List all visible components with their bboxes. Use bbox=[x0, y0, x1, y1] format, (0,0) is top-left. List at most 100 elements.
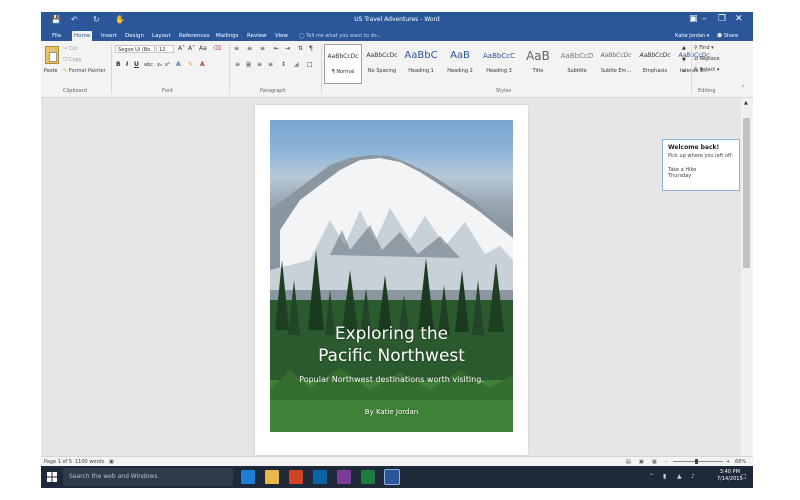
bullets-icon[interactable]: ≡ bbox=[234, 45, 239, 52]
highlight-icon[interactable]: ✎ bbox=[188, 61, 193, 68]
underline-icon[interactable]: U bbox=[134, 61, 139, 68]
cover-title-line-1[interactable]: Exploring the bbox=[270, 324, 513, 344]
decrease-indent-icon[interactable]: ⇤ bbox=[274, 45, 279, 52]
zoom-slider-thumb[interactable] bbox=[695, 459, 698, 464]
read-mode-icon[interactable]: ▤ bbox=[626, 459, 631, 465]
style-heading-1[interactable]: AaBbC Heading 1 bbox=[402, 44, 440, 84]
font-name-box[interactable]: Segoe UI (Bo bbox=[115, 45, 155, 53]
cover-title-line-2[interactable]: Pacific Northwest bbox=[270, 346, 513, 366]
cover-subtitle[interactable]: Popular Northwest destinations worth vis… bbox=[270, 375, 513, 384]
paste-icon[interactable] bbox=[45, 46, 59, 64]
tab-review[interactable]: Review bbox=[245, 31, 269, 41]
find-button[interactable]: ⚲ Find ▾ bbox=[694, 45, 714, 51]
powerpoint-icon[interactable] bbox=[289, 470, 303, 484]
superscript-icon[interactable]: x² bbox=[165, 62, 170, 68]
subscript-icon[interactable]: x₂ bbox=[157, 62, 162, 68]
align-center-icon[interactable]: ≡ bbox=[246, 61, 252, 68]
tray-battery-icon[interactable]: ▮ bbox=[663, 473, 666, 480]
replace-button[interactable]: ⇄ Replace bbox=[694, 56, 720, 62]
italic-icon[interactable]: I bbox=[126, 61, 128, 68]
tell-me-box[interactable]: ◯ Tell me what you want to do... bbox=[299, 31, 381, 41]
align-left-icon[interactable]: ≡ bbox=[235, 61, 240, 68]
page-count[interactable]: Page 1 of 5 bbox=[44, 459, 72, 465]
increase-indent-icon[interactable]: ⇥ bbox=[285, 45, 290, 52]
style-no-spacing[interactable]: AaBbCcDc No Spacing bbox=[363, 44, 401, 84]
tab-mailings[interactable]: Mailings bbox=[214, 31, 241, 41]
task-view-icon[interactable] bbox=[241, 470, 255, 484]
welcome-back-popup[interactable]: Welcome back! Pick up where you left off… bbox=[662, 139, 740, 191]
cut-button[interactable]: ✂ Cut bbox=[63, 46, 77, 52]
tab-design[interactable]: Design bbox=[123, 31, 146, 41]
paste-button[interactable]: Paste bbox=[44, 68, 58, 74]
zoom-out-icon[interactable]: – bbox=[665, 459, 668, 465]
grow-font-icon[interactable]: A˄ bbox=[178, 45, 185, 52]
shading-icon[interactable]: ◢ bbox=[294, 61, 299, 68]
print-layout-icon[interactable]: ▣ bbox=[639, 459, 644, 465]
proofing-icon[interactable]: ▣ bbox=[109, 459, 114, 465]
justify-icon[interactable]: ≡ bbox=[268, 61, 273, 68]
numbering-icon[interactable]: ≡ bbox=[247, 45, 252, 52]
line-spacing-icon[interactable]: ↕ bbox=[281, 61, 286, 68]
minimize-icon[interactable]: – bbox=[702, 14, 707, 24]
collapse-ribbon-icon[interactable]: ⌃ bbox=[741, 85, 745, 91]
style-emphasis[interactable]: AaBbCcDc Emphasis bbox=[636, 44, 674, 84]
text-effects-icon[interactable]: A bbox=[176, 61, 181, 68]
multilevel-list-icon[interactable]: ≡ bbox=[260, 45, 265, 52]
onenote-icon[interactable] bbox=[337, 470, 351, 484]
style-heading-3[interactable]: AaBbCcC Heading 3 bbox=[480, 44, 518, 84]
ribbon-display-icon[interactable]: ▣ bbox=[689, 14, 698, 24]
resume-link[interactable]: Take a Hike Thursday bbox=[668, 167, 734, 179]
excel-icon[interactable] bbox=[361, 470, 375, 484]
clear-formatting-icon[interactable]: ⌫ bbox=[213, 45, 221, 52]
document-canvas[interactable]: Exploring the Pacific Northwest Popular … bbox=[41, 98, 741, 456]
borders-icon[interactable]: □ bbox=[307, 61, 313, 68]
style-subtitle[interactable]: AaBbCcD Subtitle bbox=[558, 44, 596, 84]
tab-insert[interactable]: Insert bbox=[99, 31, 119, 41]
document-page[interactable]: Exploring the Pacific Northwest Popular … bbox=[255, 105, 528, 455]
zoom-level[interactable]: 68% bbox=[735, 459, 746, 465]
style-title[interactable]: AaB Title bbox=[519, 44, 557, 84]
tab-view[interactable]: View bbox=[273, 31, 290, 41]
tab-references[interactable]: References bbox=[177, 31, 212, 41]
cover-byline[interactable]: By Katie Jordan bbox=[270, 408, 513, 416]
scrollbar-thumb[interactable] bbox=[743, 118, 750, 268]
taskbar-search[interactable]: Search the web and Windows bbox=[63, 468, 233, 486]
outlook-icon[interactable] bbox=[313, 470, 327, 484]
style-normal[interactable]: AaBbCcDc ¶ Normal bbox=[324, 44, 362, 84]
vertical-scrollbar[interactable]: ▲ bbox=[741, 98, 753, 456]
word-count[interactable]: 1100 words bbox=[75, 459, 104, 465]
tray-up-arrow-icon[interactable]: ⌃ bbox=[649, 473, 654, 480]
zoom-slider[interactable] bbox=[673, 461, 723, 462]
windows-start-icon[interactable] bbox=[47, 472, 57, 482]
font-color-icon[interactable]: A bbox=[200, 61, 205, 68]
tab-file[interactable]: File bbox=[50, 31, 63, 41]
web-layout-icon[interactable]: ▦ bbox=[652, 459, 657, 465]
font-size-box[interactable]: 12 bbox=[156, 45, 174, 53]
copy-button[interactable]: ❐ Copy bbox=[63, 57, 82, 63]
format-painter-button[interactable]: ✎ Format Painter bbox=[63, 68, 106, 74]
style-heading-2[interactable]: AaB Heading 2 bbox=[441, 44, 479, 84]
tray-network-icon[interactable]: ▲ bbox=[677, 473, 682, 480]
change-case-icon[interactable]: Aa bbox=[199, 45, 207, 52]
action-center-icon[interactable]: □ bbox=[741, 473, 747, 480]
bold-icon[interactable]: B bbox=[116, 61, 121, 68]
tab-layout[interactable]: Layout bbox=[150, 31, 173, 41]
show-marks-icon[interactable]: ¶ bbox=[309, 45, 313, 52]
styles-scroll-down-icon[interactable]: ▼ bbox=[682, 57, 686, 63]
scroll-up-icon[interactable]: ▲ bbox=[744, 100, 748, 106]
user-account[interactable]: Katie Jordan ▾ bbox=[675, 31, 709, 41]
file-explorer-icon[interactable] bbox=[265, 470, 279, 484]
taskbar-clock[interactable]: 3:40 PM 7/14/2015 bbox=[717, 469, 743, 483]
select-button[interactable]: ⇱ Select ▾ bbox=[694, 67, 719, 73]
sort-icon[interactable]: ⇅ bbox=[298, 45, 303, 52]
style-subtle-emphasis[interactable]: AaBbCcDc Subtle Em... bbox=[597, 44, 635, 84]
shrink-font-icon[interactable]: A˅ bbox=[188, 45, 195, 52]
close-icon[interactable]: ✕ bbox=[735, 14, 743, 24]
zoom-in-icon[interactable]: + bbox=[726, 459, 730, 465]
tab-home[interactable]: Home bbox=[72, 31, 93, 41]
styles-more-icon[interactable]: ⏷ bbox=[682, 69, 686, 75]
strikethrough-icon[interactable]: abc bbox=[144, 62, 153, 68]
styles-scroll-up-icon[interactable]: ▲ bbox=[682, 45, 686, 51]
maximize-icon[interactable]: ❐ bbox=[718, 14, 726, 24]
word-taskbar-icon[interactable] bbox=[384, 469, 400, 485]
